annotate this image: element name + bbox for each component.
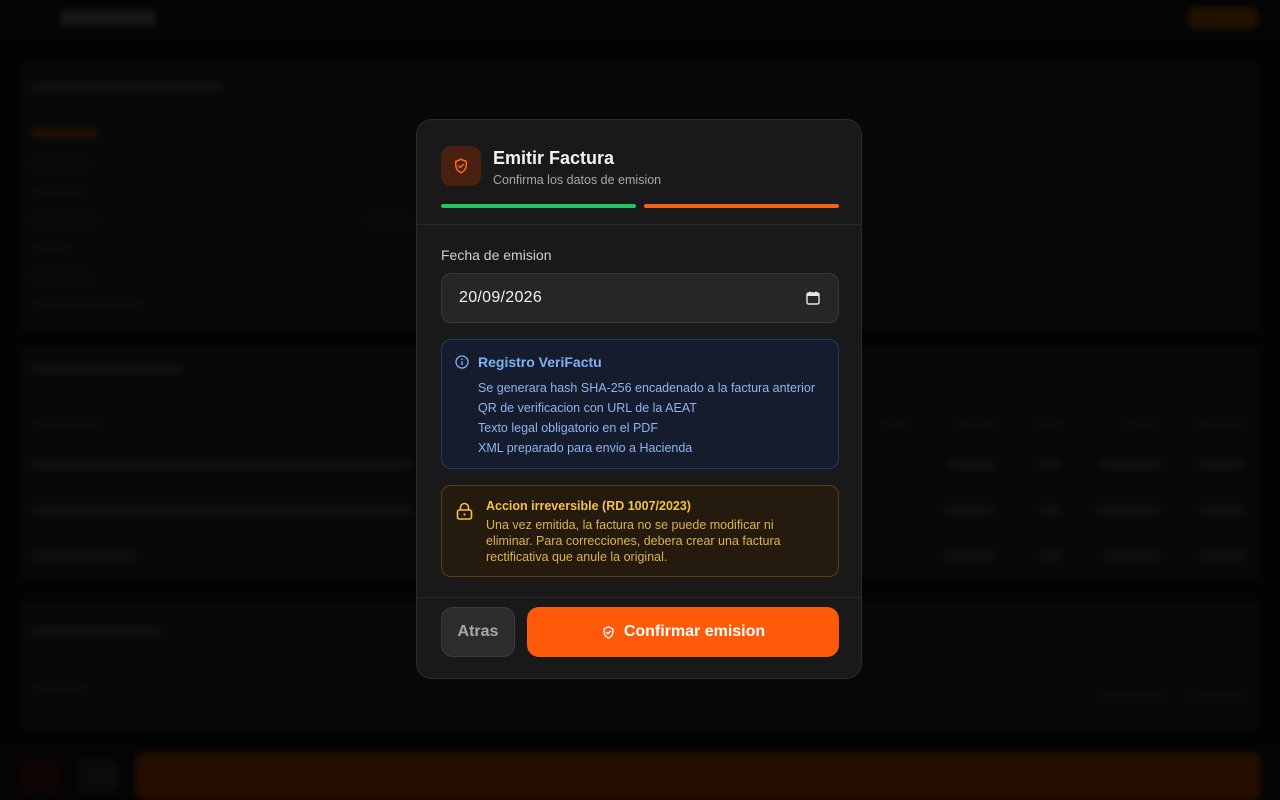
verifactu-item: QR de verificacion con URL de la AEAT	[478, 401, 697, 415]
confirm-button-label: Confirmar emision	[623, 623, 766, 640]
lock-icon	[456, 502, 473, 520]
back-button[interactable]: Atras	[441, 607, 515, 657]
progress-step-1	[441, 204, 636, 208]
header-icon-container	[441, 146, 481, 186]
confirm-emission-button[interactable]: Confirmar emision	[527, 607, 839, 657]
shield-check-icon	[455, 158, 467, 174]
warning-text: Una vez emitida, la factura no se puede …	[486, 518, 781, 564]
modal-footer: Atras Confirmar emision	[417, 597, 861, 678]
shield-check-icon	[603, 625, 614, 639]
verifactu-info-box: Registro VeriFactu Se generara hash SHA-…	[441, 339, 839, 469]
progress-step-2	[644, 204, 839, 208]
issue-date-value: 20/09/2026	[459, 289, 543, 306]
modal-title: Emitir Factura	[493, 148, 615, 168]
modal-header: Emitir Factura Confirma los datos de emi…	[417, 120, 861, 225]
emit-invoice-modal: Emitir Factura Confirma los datos de emi…	[416, 119, 862, 679]
date-field-label: Fecha de emision	[441, 247, 552, 263]
issue-date-input[interactable]: 20/09/2026	[441, 273, 839, 323]
calendar-icon[interactable]	[806, 291, 820, 305]
warning-title: Accion irreversible (RD 1007/2023)	[486, 499, 691, 513]
verifactu-item: XML preparado para envio a Hacienda	[478, 441, 693, 455]
verifactu-title: Registro VeriFactu	[478, 354, 602, 370]
modal-subtitle: Confirma los datos de emision	[493, 173, 662, 187]
verifactu-item: Texto legal obligatorio en el PDF	[478, 421, 658, 435]
info-icon	[455, 355, 469, 369]
irreversible-warning-box: Accion irreversible (RD 1007/2023) Una v…	[441, 485, 839, 577]
verifactu-item: Se generara hash SHA-256 encadenado a la…	[478, 381, 816, 395]
